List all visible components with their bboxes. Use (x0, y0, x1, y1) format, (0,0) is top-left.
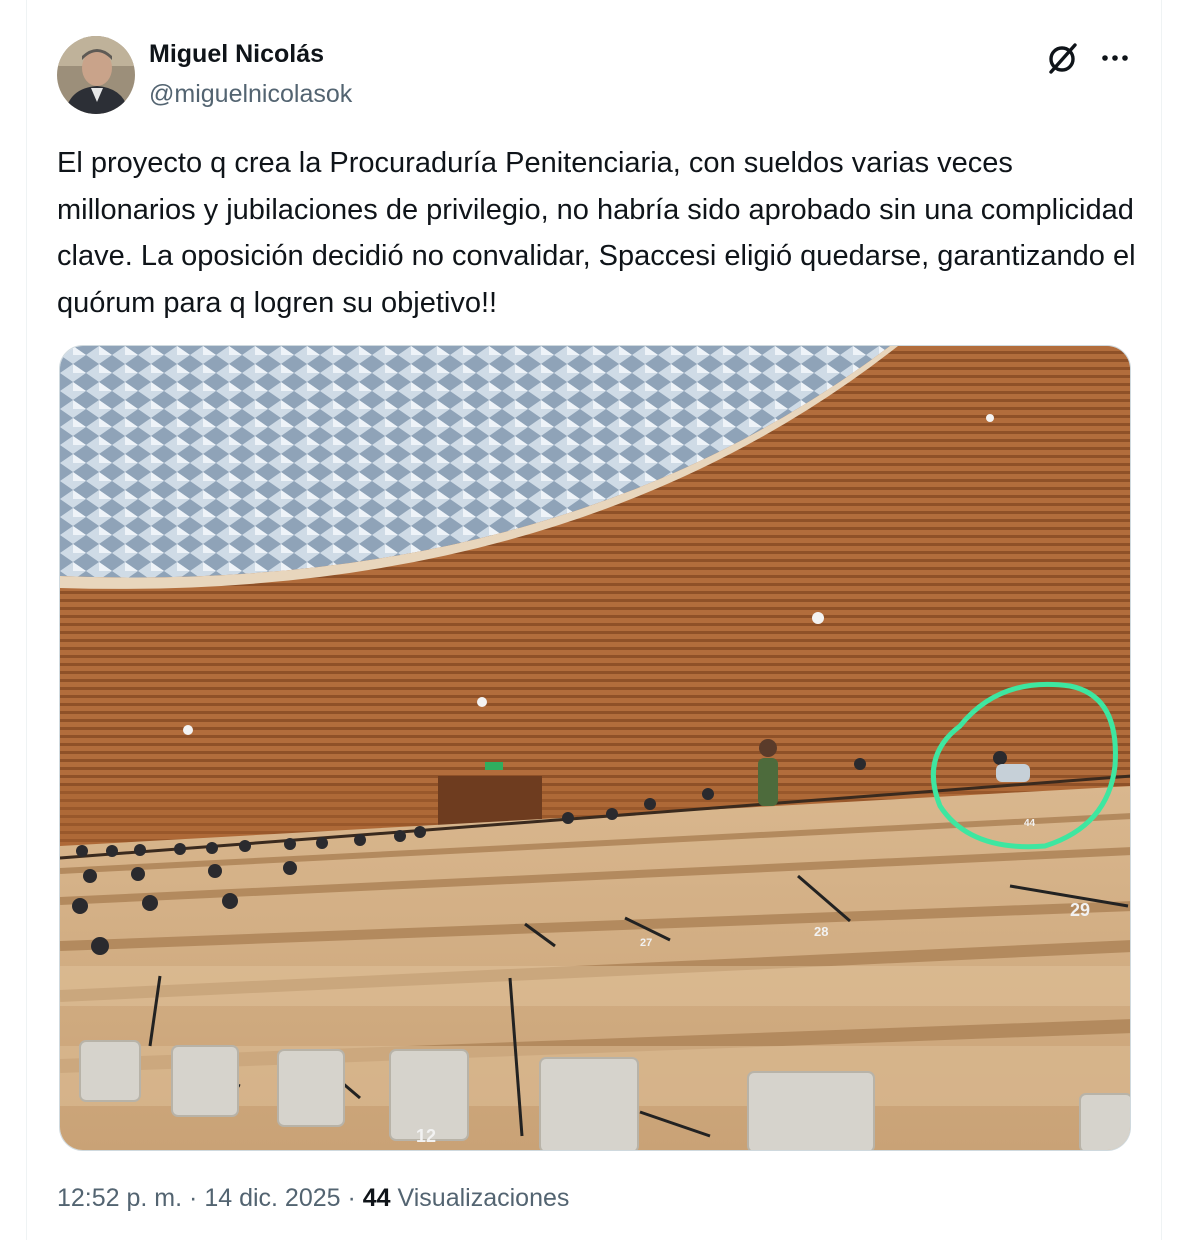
views-label: Visualizaciones (397, 1184, 570, 1212)
tweet-card: Miguel Nicolás @miguelnicolasok El proye… (26, 0, 1162, 1240)
grok-icon[interactable] (1045, 40, 1081, 76)
post-date: 14 dic. 2025 (204, 1184, 341, 1212)
seat-number: 27 (640, 937, 652, 949)
seat-number: 12 (416, 1126, 436, 1146)
post-time: 12:52 p. m. (57, 1184, 183, 1212)
more-icon[interactable] (1095, 40, 1135, 76)
avatar[interactable] (57, 36, 135, 114)
tweet-meta: 12:52 p. m. · 14 dic. 2025 · 44 Visualiz… (57, 1184, 570, 1212)
seat-number: 28 (814, 924, 828, 939)
views-count: 44 (362, 1184, 391, 1212)
seat-number: 29 (1070, 900, 1090, 920)
timestamp-link[interactable]: 12:52 p. m. · 14 dic. 2025 (57, 1184, 341, 1212)
seat-number: 44 (1024, 818, 1036, 829)
author-name[interactable]: Miguel Nicolás (149, 40, 324, 69)
tweet-photo[interactable]: 29 28 27 12 44 (59, 345, 1131, 1151)
author-handle[interactable]: @miguelnicolasok (149, 80, 352, 109)
tweet-text: El proyecto q crea la Procuraduría Penit… (57, 147, 1136, 319)
